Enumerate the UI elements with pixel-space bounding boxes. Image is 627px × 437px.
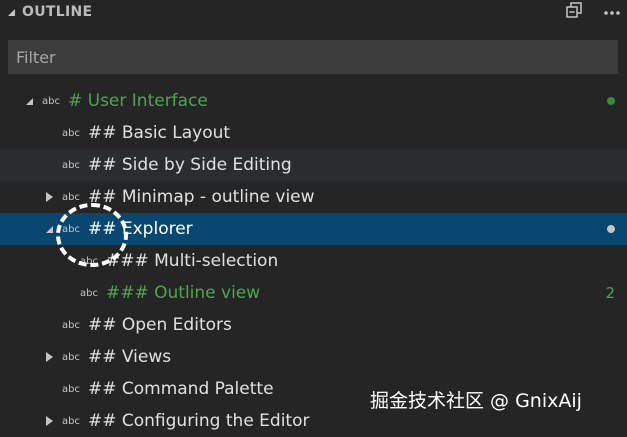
filter-box [8,40,618,74]
tree-item[interactable]: abc ## Side by Side Editing [0,149,627,181]
string-symbol-icon: abc [62,127,80,139]
chevron-down-icon[interactable] [0,7,22,17]
string-symbol-icon: abc [62,159,80,171]
string-symbol-icon: abc [62,383,80,395]
filter-input[interactable] [8,40,618,74]
tree-item-label: ## Configuring the Editor [87,411,310,431]
tree-item-label: ## Basic Layout [87,123,231,143]
problem-count-badge: 2 [605,284,615,302]
tree-item-label: ## Views [87,347,172,367]
string-symbol-icon: abc [62,351,80,363]
string-symbol-icon: abc [62,319,80,331]
chevron-down-icon[interactable] [22,85,36,117]
panel-title: OUTLINE [22,4,93,20]
tree-item-label: ## Side by Side Editing [87,155,292,175]
tree-item-label: ## Command Palette [87,379,274,399]
chevron-right-icon[interactable] [42,341,56,373]
tree-item-label: ## Open Editors [87,315,232,335]
tree-item[interactable]: abc ## Explorer [0,213,627,245]
chevron-right-icon[interactable] [42,405,56,437]
ellipsis-icon[interactable] [603,4,621,20]
string-symbol-icon: abc [80,287,98,299]
tree-item[interactable]: abc ## Basic Layout [0,117,627,149]
string-symbol-icon: abc [42,95,60,107]
collapse-all-icon[interactable] [565,1,583,23]
tree-item[interactable]: abc ## Minimap - outline view [0,181,627,213]
tree-item-label: ## Minimap - outline view [87,187,315,207]
outline-header[interactable]: OUTLINE [0,0,627,24]
tree-item-label: ### Multi-selection [105,251,279,271]
string-symbol-icon: abc [62,415,80,427]
tree-item-label: ### Outline view [105,283,261,303]
tree-item[interactable]: abc # User Interface [0,85,627,117]
tree-item[interactable]: abc ## Open Editors [0,309,627,341]
string-symbol-icon: abc [62,191,80,203]
tree-item-label: ## Explorer [87,219,193,239]
chevron-right-icon[interactable] [42,181,56,213]
string-symbol-icon: abc [80,255,98,267]
problem-dot-icon [607,85,615,117]
watermark: 掘金技术社区 @ GnixAij [370,390,582,412]
chevron-down-icon[interactable] [42,213,56,245]
problem-dot-icon [607,213,615,245]
string-symbol-icon: abc [62,223,80,235]
tree-item[interactable]: abc ### Outline view 2 [0,277,627,309]
tree-item[interactable]: abc ## Views [0,341,627,373]
tree-item[interactable]: abc ### Multi-selection [0,245,627,277]
tree-item-label: # User Interface [67,91,208,111]
